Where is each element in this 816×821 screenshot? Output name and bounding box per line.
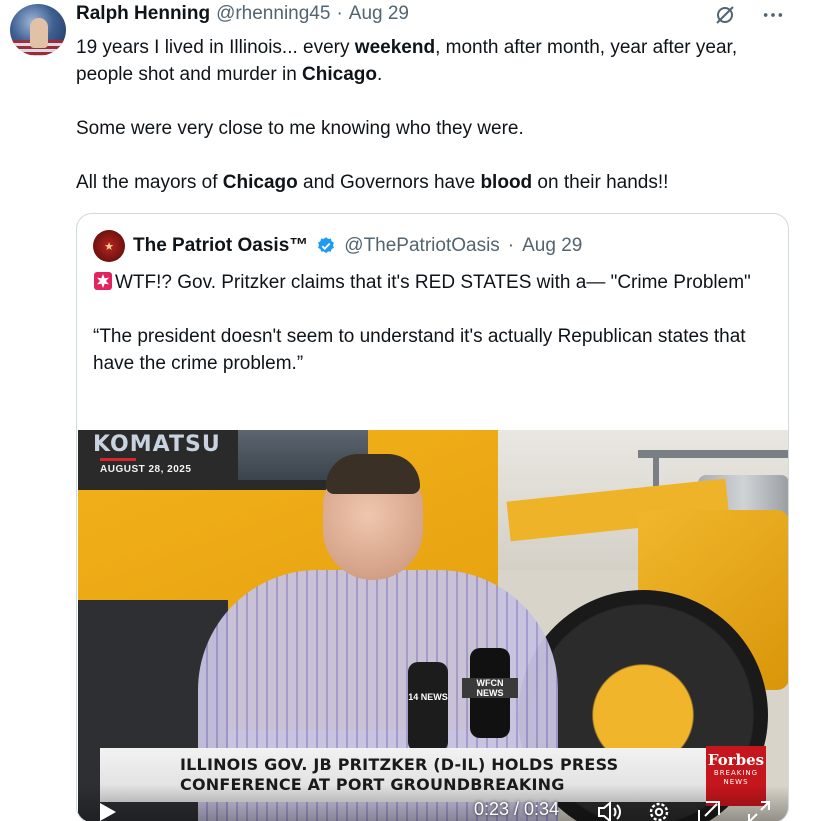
mic-label-2: WFCN NEWS: [462, 678, 518, 698]
text-run: and Governors have: [297, 172, 481, 193]
tweet[interactable]: Ralph Henning @rhenning45 · Aug 29 19 ye…: [0, 0, 816, 821]
text-bold: weekend: [354, 37, 436, 58]
grok-icon[interactable]: [712, 2, 738, 28]
quoted-avatar[interactable]: ★: [93, 230, 125, 262]
volume-icon[interactable]: [596, 799, 622, 821]
pip-icon[interactable]: [696, 799, 722, 821]
video-player[interactable]: KOMATSU AUGUST 28, 2025 14 NEWS WFCN NEW…: [78, 430, 788, 821]
video-date-overlay: AUGUST 28, 2025: [100, 464, 192, 475]
quoted-text: WTF!? Gov. Pritzker claims that it's RED…: [93, 269, 773, 404]
text-run: All the mayors of: [76, 172, 223, 193]
text-run: on their hands!!: [532, 172, 669, 193]
text-run: WTF!? Gov. Pritzker claims that it's RED…: [115, 272, 751, 293]
quoted-header: ★ The Patriot Oasis™ @ThePatriotOasis · …: [93, 230, 582, 262]
quoted-date: Aug 29: [522, 235, 583, 256]
author-name[interactable]: Ralph Henning: [76, 3, 210, 25]
tweet-paragraph-3: All the mayors of Chicago and Governors …: [76, 169, 776, 196]
avatar[interactable]: [10, 4, 66, 56]
text-bold: Chicago: [222, 172, 298, 193]
tweet-paragraph-1: 19 years I lived in Illinois... every we…: [76, 34, 776, 88]
author-handle[interactable]: @rhenning45: [216, 3, 330, 25]
text-run: 19 years I lived in Illinois... every: [76, 37, 355, 58]
tweet-date[interactable]: Aug 29: [349, 3, 409, 25]
more-icon[interactable]: [760, 2, 786, 28]
video-time: 0:23 / 0:34: [474, 799, 560, 819]
forbes-tag-breaking: BREAKING: [713, 769, 759, 777]
video-crane: [638, 450, 788, 458]
text-run: .: [377, 64, 383, 85]
quoted-paragraph-2: “The president doesn't seem to understan…: [93, 326, 746, 374]
text-bold: blood: [480, 172, 533, 193]
mic-label-1: 14 NEWS: [408, 692, 448, 702]
microphone: [408, 662, 448, 752]
video-controls: 0:23 / 0:34: [78, 785, 788, 821]
quoted-author-handle: @ThePatriotOasis: [344, 235, 500, 256]
play-icon[interactable]: [96, 801, 118, 821]
tweet-header: Ralph Henning @rhenning45 · Aug 29: [76, 3, 409, 27]
separator: ·: [507, 235, 515, 256]
fullscreen-icon[interactable]: [746, 799, 772, 821]
tweet-actions-top: [712, 2, 786, 28]
avatar-figure: [30, 18, 48, 48]
video-loader-cab: KOMATSU AUGUST 28, 2025: [78, 430, 368, 490]
text-bold: Chicago: [302, 64, 377, 85]
forbes-wordmark: Forbes: [707, 751, 765, 769]
quoted-author-name: The Patriot Oasis™: [133, 235, 309, 256]
quoted-tweet[interactable]: ★ The Patriot Oasis™ @ThePatriotOasis · …: [76, 213, 789, 821]
verified-badge-icon: [318, 237, 335, 254]
siren-icon: [94, 272, 112, 290]
tweet-text: 19 years I lived in Illinois... every we…: [76, 34, 776, 223]
video-brand-text: KOMATSU: [93, 432, 221, 457]
lower-third-line-1: ILLINOIS GOV. JB PRITZKER (D-IL) HOLDS P…: [180, 755, 619, 774]
tweet-paragraph-2: Some were very close to me knowing who t…: [76, 118, 524, 139]
settings-icon[interactable]: [646, 799, 672, 821]
video-brand-underline: [100, 458, 136, 461]
separator: ·: [336, 3, 343, 24]
quoted-paragraph-1: WTF!? Gov. Pritzker claims that it's RED…: [93, 269, 773, 296]
video-speaker-hair: [326, 454, 420, 494]
